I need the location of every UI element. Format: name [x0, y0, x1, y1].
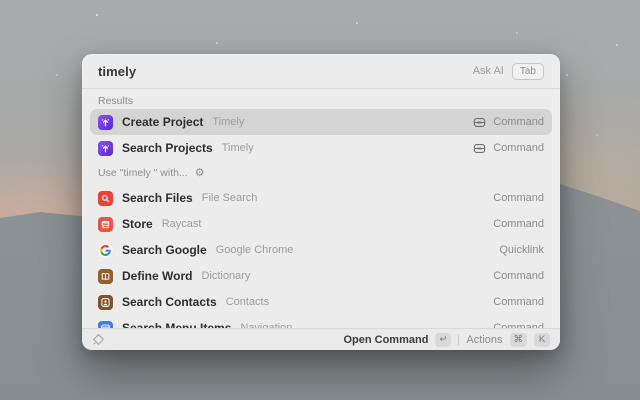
tab-key-badge: Tab [512, 63, 544, 80]
primary-action-label[interactable]: Open Command [343, 334, 428, 346]
item-title: Store [122, 217, 153, 231]
item-subtitle: Timely [222, 142, 254, 154]
item-accessory: Quicklink [499, 244, 544, 256]
footer-divider [458, 335, 459, 345]
store-icon [98, 217, 113, 232]
section-label-text: Use "timely " with... [98, 167, 188, 179]
actions-menu-label[interactable]: Actions [466, 334, 502, 346]
section-label-text: Results [98, 95, 133, 107]
item-title: Search Google [122, 243, 207, 257]
section-header-results: Results [90, 92, 552, 109]
item-accessory: Command [493, 270, 544, 282]
k-key-badge: K [534, 333, 550, 347]
section-header-use-with: Use "timely " with... ⚙ [90, 161, 552, 185]
item-title: Search Menu Items [122, 321, 231, 328]
item-subtitle: Dictionary [201, 270, 250, 282]
list-item-search-projects[interactable]: Search Projects Timely Command [90, 135, 552, 161]
raycast-window: timely Ask AI Tab Results Create Project… [82, 54, 560, 350]
google-icon [98, 243, 113, 258]
item-title: Search Projects [122, 141, 213, 155]
timely-icon [98, 115, 113, 130]
item-subtitle: Contacts [226, 296, 269, 308]
return-key-badge: ↵ [435, 333, 451, 347]
item-accessory: Command [493, 142, 544, 154]
menu-items-icon [98, 321, 113, 329]
timely-icon [98, 141, 113, 156]
item-subtitle: File Search [202, 192, 258, 204]
command-deck-icon [473, 142, 486, 155]
action-bar: Open Command ↵ Actions ⌘ K [82, 328, 560, 350]
list-item-search-menu-items[interactable]: Search Menu Items Navigation Command [90, 315, 552, 328]
wallpaper-stars [96, 14, 98, 16]
item-accessory: Command [493, 192, 544, 204]
list-item-store[interactable]: Store Raycast Command [90, 211, 552, 237]
search-input[interactable]: timely [98, 64, 136, 79]
list-item-search-files[interactable]: Search Files File Search Command [90, 185, 552, 211]
raycast-logo-icon [92, 333, 105, 346]
item-subtitle: Timely [212, 116, 244, 128]
item-accessory: Command [493, 296, 544, 308]
item-title: Define Word [122, 269, 192, 283]
dictionary-icon [98, 269, 113, 284]
command-deck-icon [473, 116, 486, 129]
list-item-search-contacts[interactable]: Search Contacts Contacts Command [90, 289, 552, 315]
cmd-key-badge: ⌘ [510, 333, 528, 347]
list-item-define-word[interactable]: Define Word Dictionary Command [90, 263, 552, 289]
item-accessory: Command [493, 218, 544, 230]
ask-ai-hint[interactable]: Ask AI [473, 65, 504, 77]
item-subtitle: Raycast [162, 218, 202, 230]
item-subtitle: Google Chrome [216, 244, 294, 256]
search-bar: timely Ask AI Tab [82, 54, 560, 88]
item-title: Create Project [122, 115, 203, 129]
gear-icon[interactable]: ⚙ [195, 168, 205, 179]
results-list: Results Create Project Timely Command Se… [82, 89, 560, 328]
item-title: Search Contacts [122, 295, 217, 309]
file-search-icon [98, 191, 113, 206]
contacts-icon [98, 295, 113, 310]
item-title: Search Files [122, 191, 193, 205]
list-item-create-project[interactable]: Create Project Timely Command [90, 109, 552, 135]
item-accessory: Command [493, 116, 544, 128]
list-item-search-google[interactable]: Search Google Google Chrome Quicklink [90, 237, 552, 263]
